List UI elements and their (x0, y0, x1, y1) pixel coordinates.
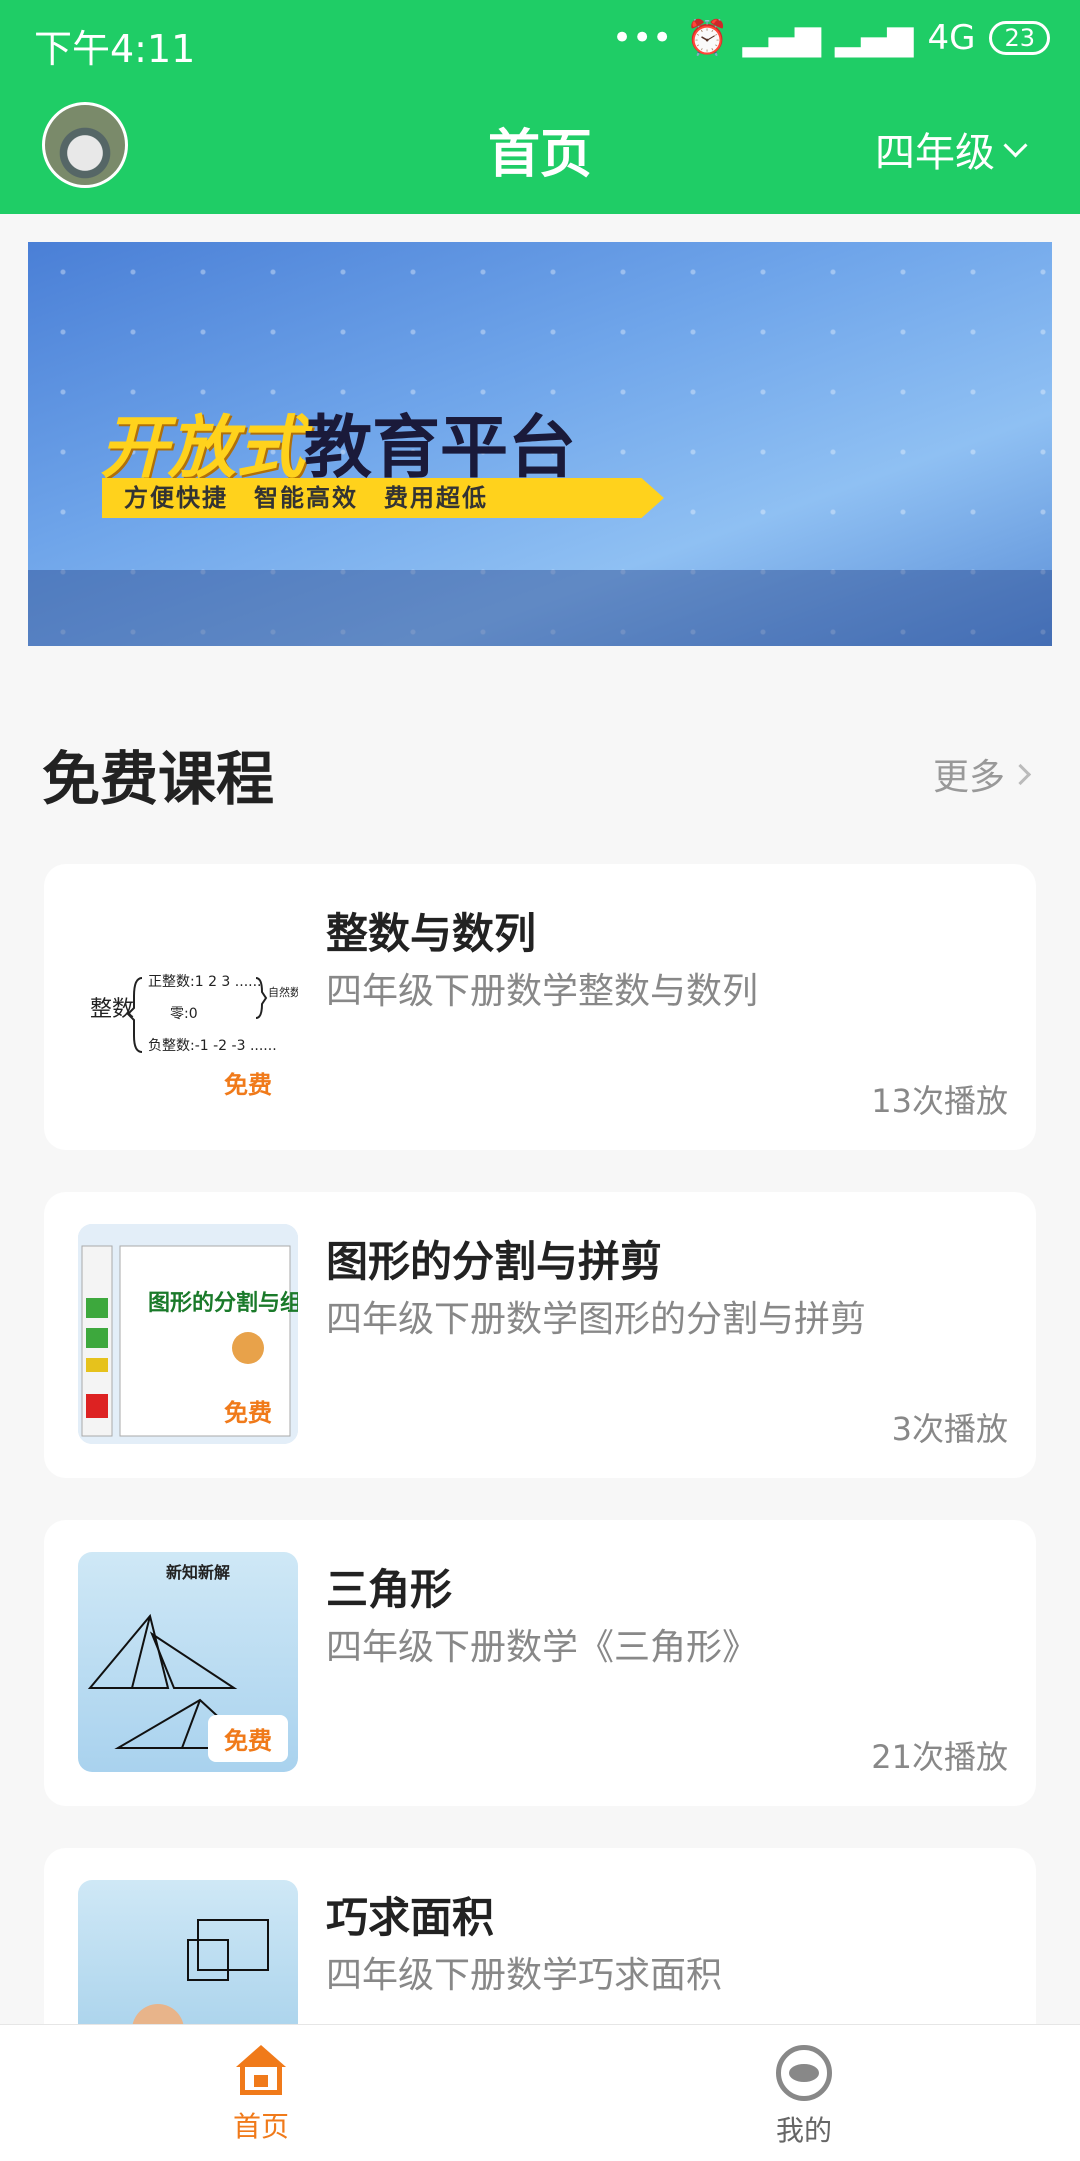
app-header: 下午4:11 ••• ⏰ ▂▄▆ ▂▄▆ 4G 23 首页 四年级 (0, 0, 1080, 214)
course-thumbnail: 图形的分割与组合 免费 (78, 1224, 298, 1444)
banner-strip (28, 570, 1052, 646)
play-count: 13次播放 (871, 1082, 1008, 1120)
profile-icon (776, 2045, 832, 2101)
course-title: 整数与数列 (326, 909, 537, 958)
status-bar: 下午4:11 ••• ⏰ ▂▄▆ ▂▄▆ 4G 23 (0, 0, 1080, 80)
course-title: 三角形 (326, 1565, 453, 1614)
course-title: 图形的分割与拼剪 (326, 1237, 663, 1286)
course-card[interactable]: 新知新解 免费 三角形 四年级下册数学《三角形》 21次播放 (44, 1520, 1036, 1806)
home-icon (232, 2045, 290, 2095)
nav-me-label: 我的 (776, 2114, 833, 2147)
svg-text:负整数:-1 -2 -3 ......: 负整数:-1 -2 -3 ...... (148, 1038, 277, 1054)
section-title: 免费课程 (42, 745, 275, 813)
course-subtitle: 四年级下册数学整数与数列 (326, 971, 759, 1012)
alarm-icon: ⏰ (686, 18, 729, 58)
svg-text:自然数: 自然数 (268, 985, 298, 999)
course-thumbnail: 新知新解 免费 (78, 1552, 298, 1772)
grade-label: 四年级 (875, 130, 995, 176)
course-thumbnail: 整数 正整数:1 2 3 ...... 零:0 负整数:-1 -2 -3 ...… (78, 896, 298, 1116)
signal-icon: ▂▄▆ (742, 18, 822, 58)
battery-icon: 23 (989, 21, 1050, 55)
banner-title: 开放式教育平台 (100, 392, 576, 491)
banner-title-highlight: 开放式 (100, 409, 305, 488)
svg-text:零:0: 零:0 (170, 1006, 198, 1022)
course-card[interactable]: 图形的分割与组合 免费 图形的分割与拼剪 四年级下册数学图形的分割与拼剪 3次播… (44, 1192, 1036, 1478)
course-title: 巧求面积 (326, 1893, 495, 1942)
course-subtitle: 四年级下册数学巧求面积 (326, 1955, 723, 1996)
svg-text:正整数:1 2 3 ......: 正整数:1 2 3 ...... (148, 974, 262, 990)
course-subtitle: 四年级下册数学《三角形》 (326, 1627, 759, 1668)
svg-text:新知新解: 新知新解 (166, 1563, 230, 1582)
banner-title-main: 教育平台 (304, 409, 577, 488)
course-card[interactable]: 整数 正整数:1 2 3 ...... 零:0 负整数:-1 -2 -3 ...… (44, 864, 1036, 1150)
banner-subtitle: 方便快捷 智能高效 费用超低 (102, 478, 664, 518)
svg-text:图形的分割与组合: 图形的分割与组合 (148, 1290, 298, 1316)
nav-home-label: 首页 (232, 2110, 289, 2143)
grade-selector[interactable]: 四年级 (875, 120, 1028, 178)
svg-text:整数: 整数 (90, 997, 134, 1022)
chevron-right-icon (1009, 763, 1032, 785)
nav-me[interactable]: 我的 (776, 2045, 832, 2149)
chevron-down-icon (1003, 132, 1028, 158)
network-label: 4G (927, 18, 976, 58)
more-link[interactable]: 更多 (932, 748, 1032, 800)
nav-home[interactable]: 首页 (232, 2045, 290, 2145)
status-icons: ••• ⏰ ▂▄▆ ▂▄▆ 4G 23 (612, 18, 1050, 58)
course-subtitle: 四年级下册数学图形的分割与拼剪 (326, 1299, 867, 1340)
status-time: 下午4:11 (34, 27, 196, 71)
play-count: 3次播放 (891, 1410, 1008, 1448)
signal-icon-2: ▂▄▆ (835, 18, 914, 58)
free-badge: 免费 (208, 1387, 288, 1434)
more-label: 更多 (932, 757, 1005, 798)
free-badge: 免费 (208, 1059, 288, 1106)
bottom-nav: 首页 我的 (0, 2024, 1080, 2161)
promo-banner[interactable]: 开放式教育平台 方便快捷 智能高效 费用超低 (28, 242, 1052, 646)
play-count: 21次播放 (871, 1738, 1008, 1776)
more-dots-icon: ••• (612, 18, 673, 58)
free-badge: 免费 (208, 1715, 288, 1762)
